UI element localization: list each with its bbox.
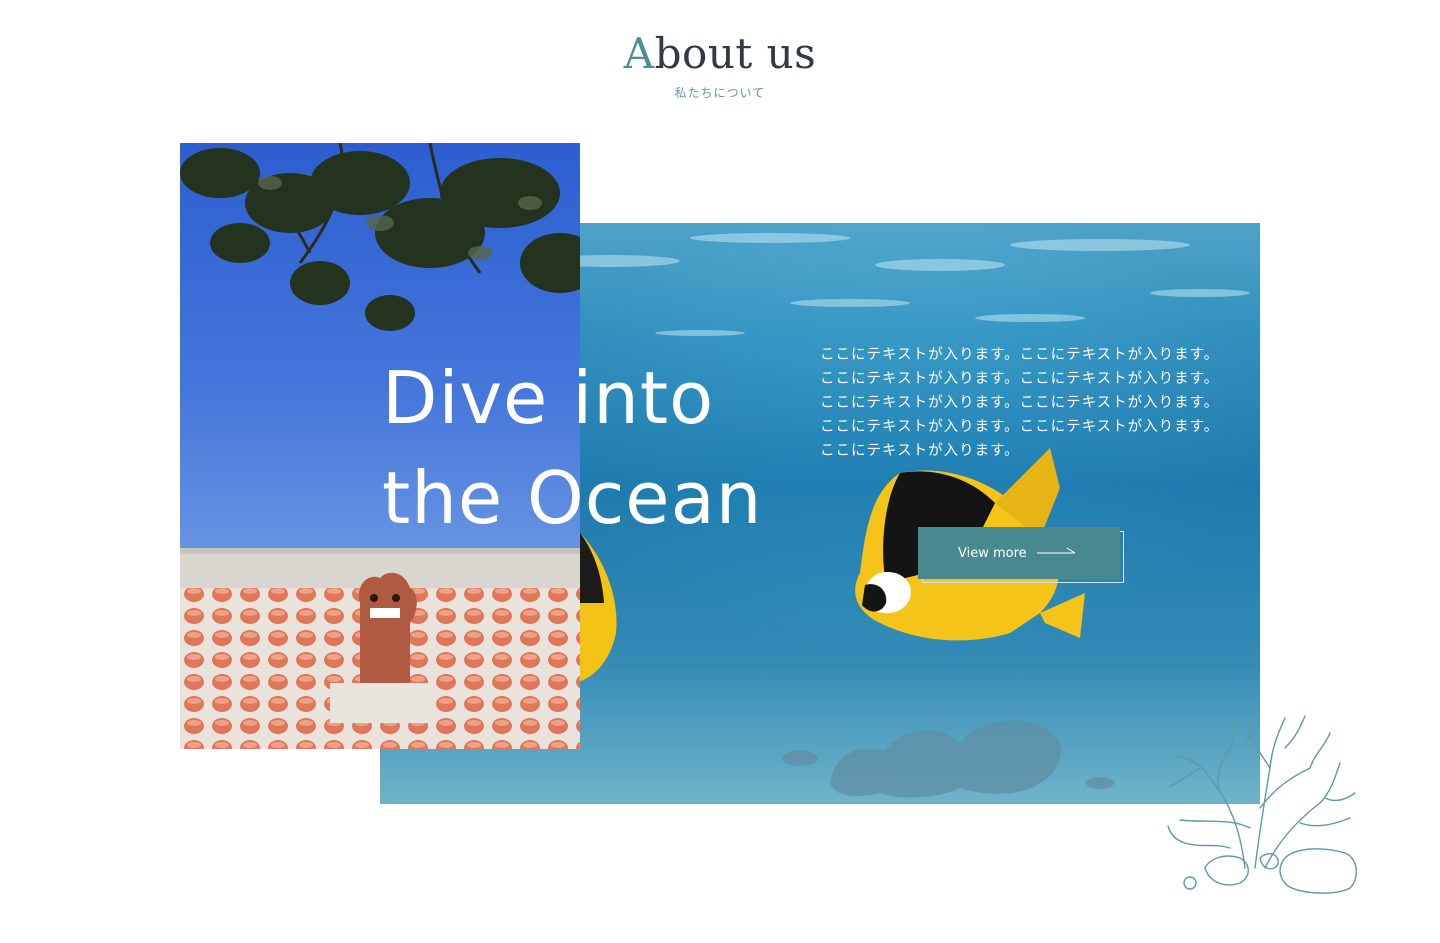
view-more-label: View more <box>958 545 1027 561</box>
hero-headline: Dive into the Ocean <box>382 348 762 548</box>
view-more-button[interactable]: View more <box>918 527 1120 579</box>
section-title-rest: bout us <box>654 29 817 78</box>
hero-headline-line2: the Ocean <box>382 456 763 540</box>
hero-paragraph-1: ここにテキストが入ります。ここにテキストが入ります。ここにテキストが入ります。こ… <box>820 347 1220 387</box>
section-title: About us <box>0 26 1440 82</box>
section-title-first-letter: A <box>623 29 655 78</box>
section-subtitle: 私たちについて <box>674 86 766 100</box>
coral-icon <box>1160 708 1365 898</box>
view-more-wrapper: View more <box>918 527 1124 583</box>
hero-body: ここにテキストが入ります。ここにテキストが入ります。ここにテキストが入ります。こ… <box>820 343 1220 463</box>
arrow-right-icon <box>1036 546 1077 561</box>
hero-headline-line1: Dive into <box>382 356 715 440</box>
about-section: About us 私たちについて Dive into the Ocean ここに… <box>0 0 1440 943</box>
section-heading: About us 私たちについて <box>0 26 1440 101</box>
hero-paragraph-2: ここにテキストが入ります。ここにテキストが入ります。ここにテキストが入ります。こ… <box>820 395 1220 459</box>
